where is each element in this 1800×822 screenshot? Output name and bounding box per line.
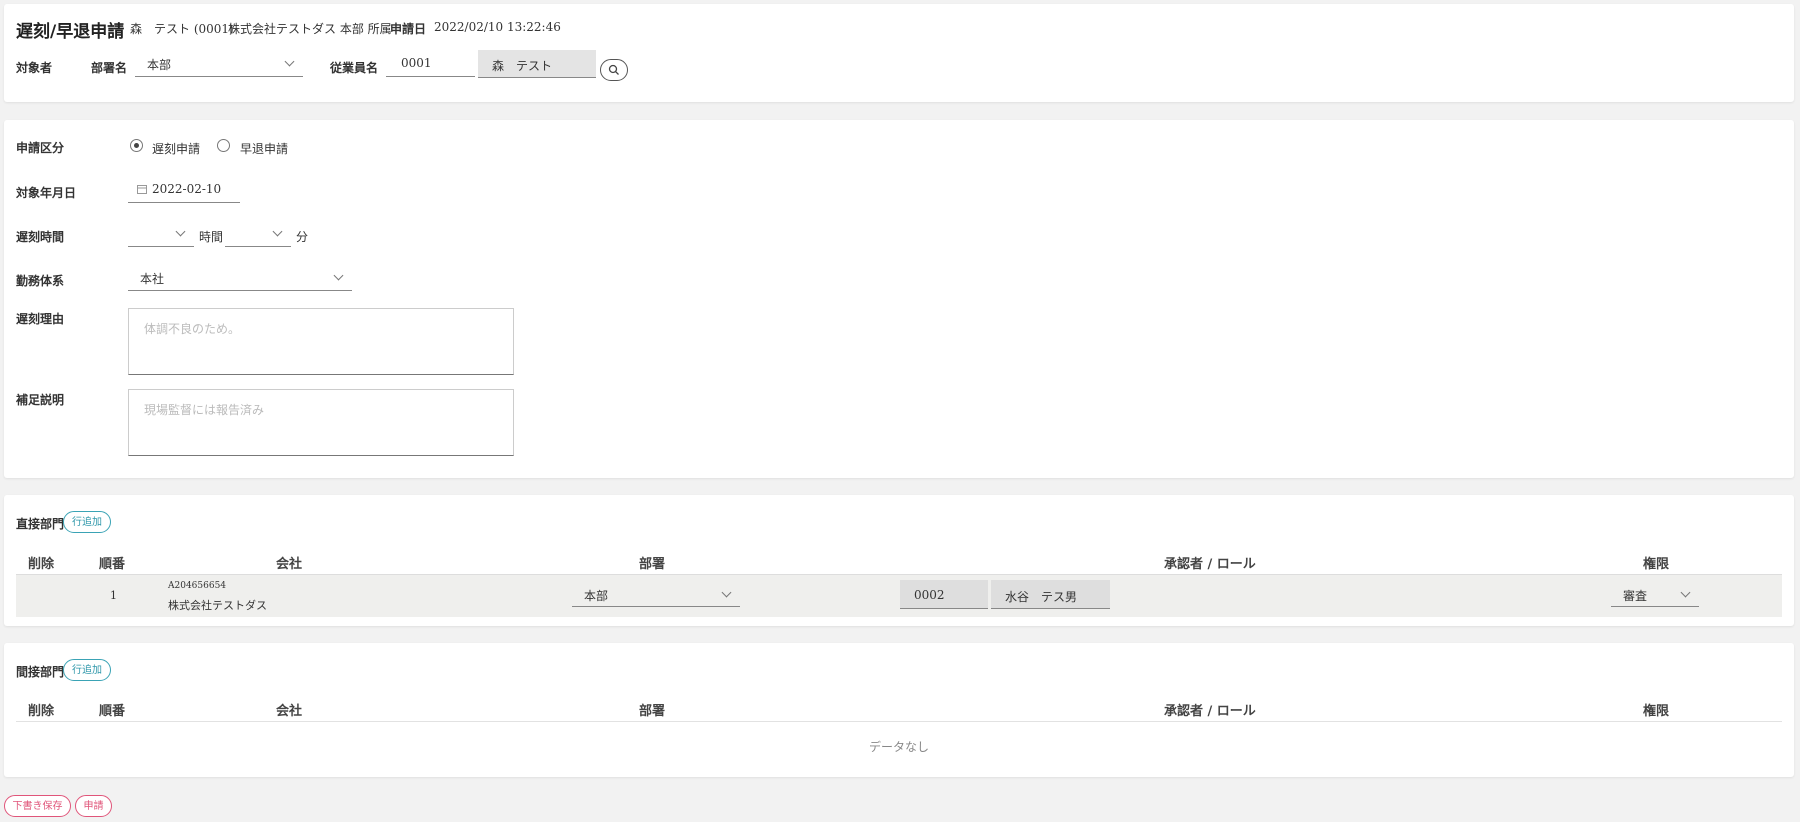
row-order: 1 [110, 589, 117, 602]
calendar-icon [137, 185, 147, 194]
hours-select[interactable] [128, 220, 194, 247]
date-value: 2022-02-10 [152, 182, 222, 196]
radio-early-label[interactable]: 早退申請 [240, 140, 288, 157]
employee-name-value: 森 テスト [492, 59, 553, 73]
reason-textarea[interactable]: 体調不良のため。 [128, 308, 514, 375]
row-dept-value: 本部 [584, 589, 609, 603]
hours-unit: 時間 [199, 230, 224, 244]
direct-add-row-button[interactable]: 行追加 [63, 511, 111, 533]
col-order: 順番 [99, 704, 126, 719]
dept-label: 部署名 [91, 61, 128, 75]
row-approver-code-value: 0002 [914, 588, 945, 602]
row-approver-name-value: 水谷 テス男 [1005, 590, 1078, 604]
target-label: 対象者 [16, 61, 53, 75]
note-placeholder: 現場監督には報告済み [144, 403, 265, 417]
save-draft-button[interactable]: 下書き保存 [4, 795, 71, 817]
submit-button[interactable]: 申請 [75, 795, 112, 817]
header-card: 遅刻/早退申請 森 テスト (0001) 株式会社テストダス 本部 所属 申請日… [4, 4, 1794, 102]
radio-late-label[interactable]: 遅刻申請 [152, 140, 200, 157]
date-label: 対象年月日 [16, 186, 77, 200]
radio-late[interactable] [130, 139, 143, 152]
col-company: 会社 [276, 557, 303, 572]
radio-early[interactable] [217, 139, 230, 152]
applicant-name: 森 テスト (0001) [130, 22, 234, 36]
form-card: 申請区分 遅刻申請 早退申請 対象年月日 2022-02-10 遅刻時間 時間 … [4, 120, 1794, 478]
row-dept-select[interactable]: 本部 [572, 581, 740, 607]
indirect-add-row-button[interactable]: 行追加 [63, 659, 111, 681]
chevron-down-icon [272, 226, 283, 237]
col-delete: 削除 [28, 557, 55, 572]
date-input[interactable]: 2022-02-10 [128, 176, 240, 203]
col-authority: 権限 [1643, 704, 1670, 719]
reason-label: 遅刻理由 [16, 312, 65, 326]
row-company-code: A204656654 [168, 581, 227, 591]
page-title: 遅刻/早退申請 [16, 22, 125, 42]
note-label: 補足説明 [16, 393, 65, 407]
direct-section-label: 直接部門 [16, 517, 65, 531]
dept-select[interactable]: 本部 [135, 50, 303, 77]
search-icon [608, 64, 619, 75]
dept-select-value: 本部 [147, 58, 172, 72]
table-divider [16, 721, 1782, 722]
late-time-label: 遅刻時間 [16, 230, 65, 244]
col-dept: 部署 [639, 557, 666, 572]
row-approver-code-input[interactable]: 0002 [900, 580, 988, 609]
reason-placeholder: 体調不良のため。 [144, 322, 241, 336]
col-dept: 部署 [639, 704, 666, 719]
col-approver: 承認者 / ロール [1164, 557, 1256, 572]
chevron-down-icon [175, 226, 186, 237]
empty-text: データなし [868, 740, 929, 754]
col-delete: 削除 [28, 704, 55, 719]
row-authority-value: 審査 [1623, 589, 1648, 603]
indirect-section-label: 間接部門 [16, 665, 65, 679]
apply-date-value: 2022/02/10 13:22:46 [434, 20, 561, 34]
employee-search-button[interactable] [600, 59, 628, 81]
work-system-select[interactable]: 本社 [128, 264, 352, 291]
col-order: 順番 [99, 557, 126, 572]
type-label: 申請区分 [16, 141, 65, 155]
work-system-label: 勤務体系 [16, 274, 65, 288]
employee-code-value: 0001 [401, 56, 432, 70]
chevron-down-icon [333, 270, 344, 281]
employee-name-field: 森 テスト [478, 50, 596, 78]
note-textarea[interactable]: 現場監督には報告済み [128, 389, 514, 456]
minutes-select[interactable] [225, 220, 291, 247]
applicant-affiliation: 株式会社テストダス 本部 所属 [228, 22, 392, 36]
col-company: 会社 [276, 704, 303, 719]
direct-card: 直接部門 行追加 削除 順番 会社 部署 承認者 / ロール 権限 1 A204… [4, 495, 1794, 626]
apply-date-label: 申請日 [390, 22, 427, 36]
minutes-unit: 分 [296, 230, 309, 244]
row-company-name: 株式会社テストダス [168, 599, 267, 612]
chevron-down-icon [1680, 587, 1691, 598]
row-authority-select[interactable]: 審査 [1611, 581, 1699, 607]
employee-label: 従業員名 [330, 61, 379, 75]
chevron-down-icon [284, 56, 295, 67]
indirect-card: 間接部門 行追加 削除 順番 会社 部署 承認者 / ロール 権限 データなし [4, 643, 1794, 777]
row-approver-name-field: 水谷 テス男 [991, 580, 1110, 609]
employee-code-input[interactable]: 0001 [386, 50, 475, 77]
chevron-down-icon [721, 587, 732, 598]
col-authority: 権限 [1643, 557, 1670, 572]
col-approver: 承認者 / ロール [1164, 704, 1256, 719]
table-row: 1 A204656654 株式会社テストダス 本部 0002 水谷 テス男 審査 [16, 574, 1782, 617]
work-system-value: 本社 [140, 272, 165, 286]
